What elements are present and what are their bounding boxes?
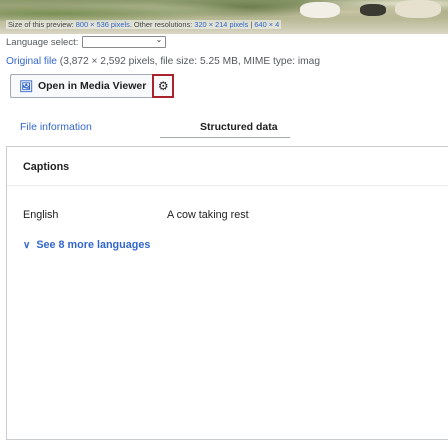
tab-structured-data[interactable]: Structured data xyxy=(200,121,278,133)
file-tabs: File information Structured data xyxy=(0,113,448,139)
preview-caption-prefix: Size of this preview: xyxy=(8,20,76,29)
resolution-link-320[interactable]: 320 × 214 pixels xyxy=(194,20,248,29)
open-media-viewer-label: Open in Media Viewer xyxy=(37,80,147,92)
preview-image[interactable]: Size of this preview: 800 × 536 pixels. … xyxy=(0,0,448,34)
language-select-row: Language select: ⌄ xyxy=(6,35,167,48)
see-more-languages-button[interactable]: ∨ See 8 more languages xyxy=(23,239,150,251)
image-icon: 🖼 xyxy=(19,80,33,93)
chevron-down-icon: ∨ xyxy=(23,239,31,251)
gear-icon: ⚙ xyxy=(157,79,169,93)
original-file-details: (3,872 × 2,592 pixels, file size: 5.25 M… xyxy=(56,56,320,67)
preview-size-link[interactable]: 800 × 536 pixels xyxy=(76,20,130,29)
photo-detail xyxy=(360,4,386,16)
caption-text: A cow taking rest xyxy=(167,209,249,221)
photo-detail xyxy=(395,0,441,18)
original-file-link[interactable]: Original file xyxy=(6,56,57,67)
active-tab-underline xyxy=(160,137,290,138)
preview-caption: Size of this preview: 800 × 536 pixels. … xyxy=(6,20,282,29)
caption-language: English xyxy=(23,209,59,221)
captions-panel: Captions English A cow taking rest ∨ See… xyxy=(6,146,448,440)
media-viewer-controls: 🖼 Open in Media Viewer ⚙ xyxy=(10,74,175,98)
captions-divider xyxy=(7,185,448,186)
captions-heading: Captions xyxy=(23,161,70,173)
language-select-label: Language select: xyxy=(6,36,79,48)
chevron-down-icon: ⌄ xyxy=(155,35,163,44)
resolution-link-640[interactable]: 640 × 4 xyxy=(254,20,279,29)
original-file-info: Original file (3,872 × 2,592 pixels, fil… xyxy=(6,56,320,67)
photo-detail xyxy=(300,2,340,18)
open-media-viewer-button[interactable]: 🖼 Open in Media Viewer xyxy=(10,74,153,98)
language-select[interactable]: ⌄ xyxy=(82,35,167,48)
see-more-languages-label: See 8 more languages xyxy=(36,239,151,251)
tab-file-information[interactable]: File information xyxy=(20,121,92,133)
preview-caption-other: . Other resolutions: xyxy=(129,20,195,29)
media-viewer-settings-button[interactable]: ⚙ xyxy=(152,74,175,98)
